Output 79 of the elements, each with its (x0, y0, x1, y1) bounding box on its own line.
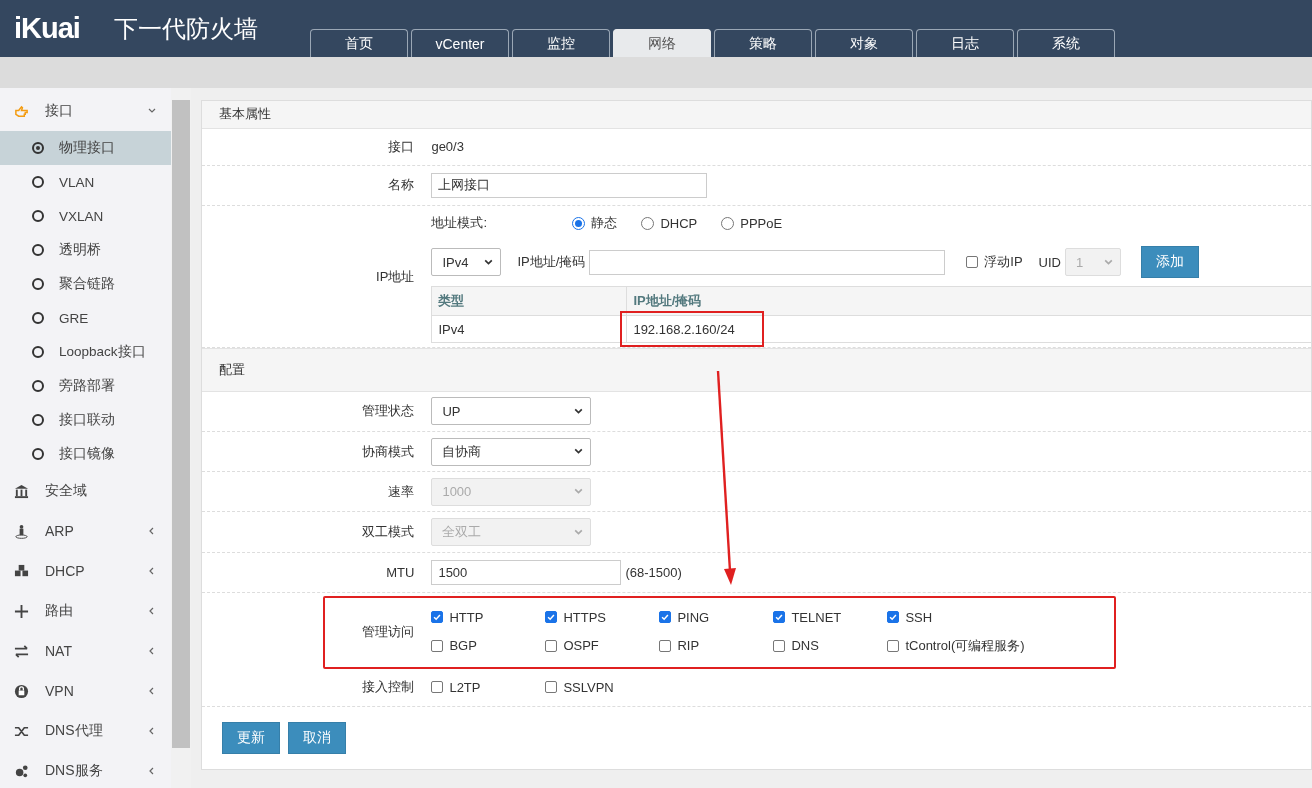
field-label: 管理访问 (361, 623, 416, 642)
radio-option[interactable]: 静态 (572, 214, 618, 233)
checkbox-option[interactable]: 浮动IP (966, 253, 1023, 272)
form-button[interactable]: 更新 (222, 722, 281, 754)
sidebar-item[interactable]: 安全域 (0, 471, 172, 511)
checkmark-icon (774, 612, 785, 623)
sidebar-item[interactable]: 接口 (0, 91, 172, 131)
hand-icon (14, 103, 29, 119)
checkmark-icon (432, 612, 443, 623)
sidebar-item[interactable]: ARP (0, 511, 172, 551)
radio-option[interactable]: PPPoE (721, 215, 783, 231)
sidebar-item[interactable]: DNS代理 (0, 711, 172, 751)
field-label: 地址模式: (431, 214, 489, 233)
sidebar-subitem[interactable]: 聚合链路 (0, 267, 172, 301)
swap-icon (14, 643, 29, 659)
checkbox-option[interactable]: OSPF (545, 636, 660, 655)
field-label: IP地址/掩码 (517, 253, 586, 272)
person-icon (14, 523, 29, 539)
checkbox-option[interactable]: tControl(可编程服务) (887, 636, 1025, 655)
checkbox-option[interactable]: HTTP (431, 609, 546, 625)
field-label: MTU (385, 564, 416, 580)
sidebar-item[interactable]: NAT (0, 631, 172, 671)
form-button[interactable]: 取消 (288, 722, 347, 754)
section-header: 基本属性 (202, 101, 1311, 129)
ip-version-select[interactable]: IPv4 (431, 248, 502, 277)
sidebar-subitem[interactable]: 透明桥 (0, 233, 172, 267)
sidebar-subitem[interactable]: VXLAN (0, 199, 172, 233)
dropdown[interactable]: UP (431, 397, 592, 426)
ip-address-field[interactable] (589, 249, 946, 275)
checkbox-option[interactable]: TELNET (773, 609, 888, 625)
sidebar-item[interactable]: 路由 (0, 591, 172, 631)
sidebar-subitem[interactable]: Loopback接口 (0, 335, 172, 369)
checkmark-icon (660, 612, 671, 623)
field-label: 管理状态 (361, 402, 416, 421)
field-label: 速率 (387, 482, 416, 501)
sidebar-item[interactable]: DNS服务 (0, 751, 172, 788)
checkbox-option[interactable]: HTTPS (545, 609, 660, 625)
column-header: IP地址/掩码 (632, 292, 703, 311)
sidebar-item[interactable]: DHCP (0, 551, 172, 591)
checkbox-option[interactable]: L2TP (431, 679, 546, 695)
radio-option[interactable]: DHCP (641, 215, 698, 231)
arrows-cross-icon (14, 603, 29, 619)
field-label: 名称 (387, 176, 416, 195)
checkmark-icon (888, 612, 899, 623)
field-label: 接入控制 (361, 678, 416, 697)
product-title: 下一代防火墙 (114, 14, 258, 44)
bank-icon (14, 483, 29, 499)
checkbox-option[interactable]: RIP (659, 636, 774, 655)
sidebar-subitem[interactable]: 接口镜像 (0, 437, 172, 471)
sidebar-subitem[interactable]: VLAN (0, 165, 172, 199)
checkbox-option[interactable]: BGP (431, 636, 546, 655)
checkbox-option[interactable]: PING (659, 609, 774, 625)
dropdown[interactable]: 自协商 (431, 437, 592, 466)
field-label: UID (1038, 254, 1061, 270)
checkmark-icon (546, 612, 557, 623)
sidebar-subitem[interactable]: 旁路部署 (0, 369, 172, 403)
sidebar-subitem[interactable]: GRE (0, 301, 172, 335)
nav-tab[interactable]: 网络 (613, 29, 711, 57)
name-field[interactable]: 上网接口 (431, 172, 708, 198)
column-header: 类型 (432, 287, 628, 316)
sidebar-subitem[interactable]: 物理接口 (0, 131, 172, 165)
cubes-icon (14, 563, 29, 579)
add-button[interactable]: 添加 (1141, 246, 1199, 279)
section-header: 配置 (202, 348, 1311, 392)
lock-icon (14, 683, 29, 699)
mtu-field[interactable]: 1500 (431, 559, 622, 585)
logo: iKuai (14, 12, 80, 45)
sidebar-item[interactable]: VPN (0, 671, 172, 711)
field-value: ge0/3 (431, 139, 464, 155)
field-label: IP地址 (375, 267, 416, 286)
range-hint: (68-1500) (625, 564, 682, 580)
field-label: 协商模式 (361, 442, 416, 461)
checkbox-option[interactable]: SSH (887, 609, 1025, 625)
field-label: 双工模式 (361, 523, 416, 542)
field-label: 接口 (387, 137, 416, 156)
sidebar-subitem[interactable]: 接口联动 (0, 403, 172, 437)
checkbox-option[interactable]: DNS (773, 636, 888, 655)
checkbox-option[interactable]: SSLVPN (545, 679, 660, 695)
table-cell: IPv4 (432, 316, 628, 343)
